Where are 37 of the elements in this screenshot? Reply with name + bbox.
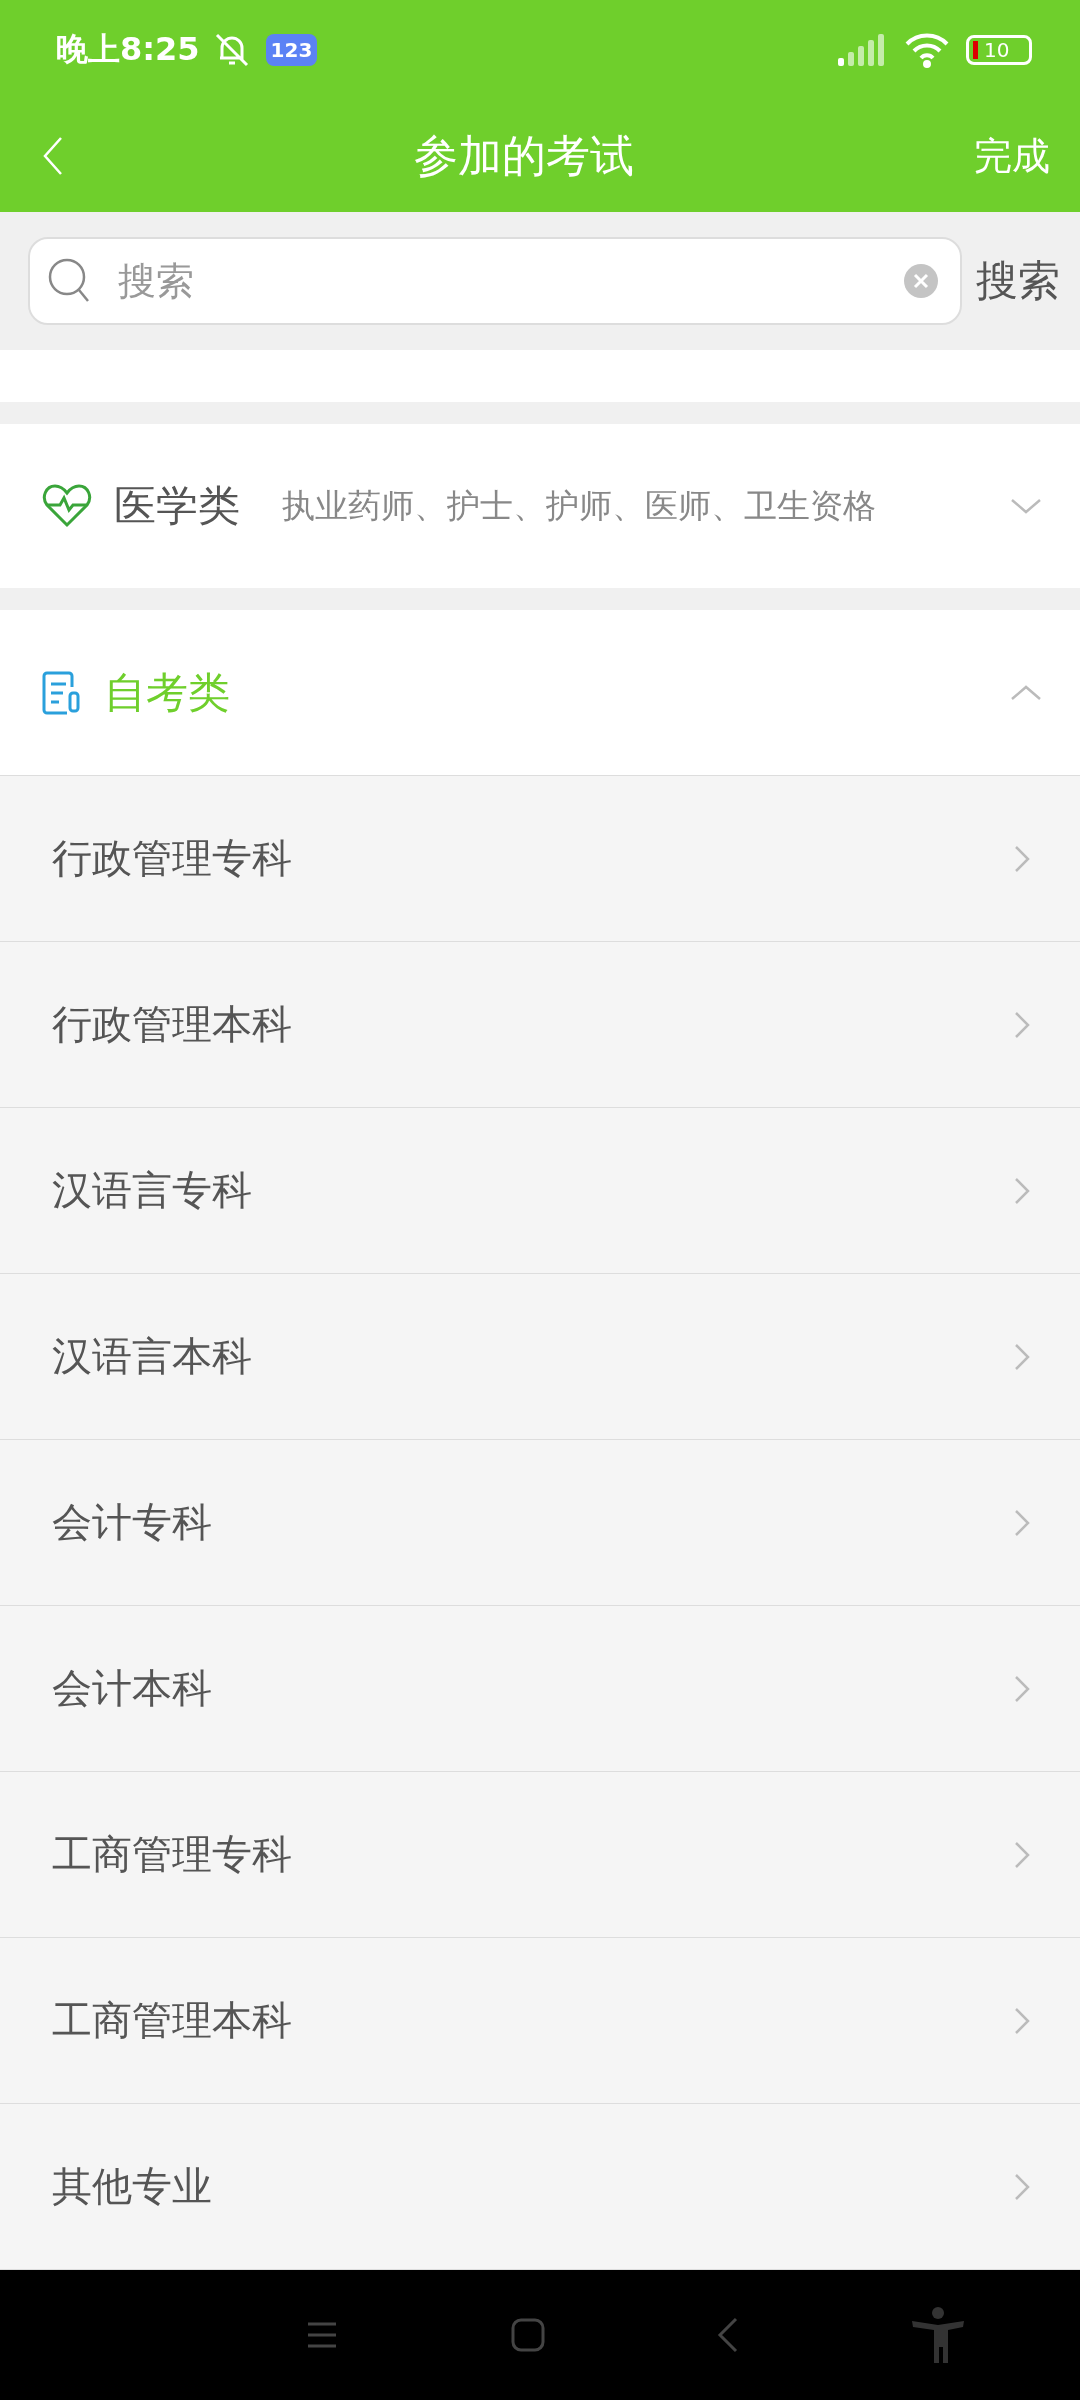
search-field[interactable]: 搜索 bbox=[28, 237, 962, 325]
battery-icon: 10 bbox=[966, 35, 1032, 65]
list-item[interactable]: 汉语言本科 bbox=[0, 1274, 1080, 1440]
list-item[interactable]: 会计本科 bbox=[0, 1606, 1080, 1772]
category-subtitle: 执业药师、护士、护师、医师、卫生资格 bbox=[282, 484, 877, 527]
wifi-icon bbox=[904, 32, 950, 68]
clear-icon[interactable] bbox=[904, 264, 938, 298]
list-item[interactable]: 其他专业 bbox=[0, 2104, 1080, 2270]
home-icon[interactable] bbox=[510, 2318, 545, 2352]
category-title: 自考类 bbox=[104, 666, 230, 719]
list-item[interactable]: 行政管理本科 bbox=[0, 942, 1080, 1108]
item-label: 工商管理本科 bbox=[52, 1996, 292, 2045]
item-label: 会计专科 bbox=[52, 1498, 212, 1547]
app-badge: 123 bbox=[265, 34, 318, 66]
back-icon[interactable] bbox=[717, 2317, 740, 2353]
list-item[interactable]: 汉语言专科 bbox=[0, 1108, 1080, 1274]
item-label: 行政管理本科 bbox=[52, 1000, 292, 1049]
category-title: 医学类 bbox=[114, 480, 240, 532]
list-item[interactable]: 工商管理本科 bbox=[0, 1938, 1080, 2104]
search-button[interactable]: 搜索 bbox=[976, 253, 1060, 309]
list-item[interactable]: 行政管理专科 bbox=[0, 776, 1080, 942]
document-pen-icon bbox=[42, 670, 82, 715]
page-title: 参加的考试 bbox=[413, 128, 635, 183]
category-header[interactable]: 医学类 执业药师、护士、护师、医师、卫生资格 bbox=[0, 424, 1080, 588]
menu-icon[interactable] bbox=[306, 2321, 339, 2349]
search-icon bbox=[48, 258, 90, 304]
item-label: 汉语言专科 bbox=[52, 1166, 252, 1215]
item-label: 行政管理专科 bbox=[52, 834, 292, 883]
accessibility-icon[interactable] bbox=[911, 2307, 964, 2363]
item-label: 其他专业 bbox=[52, 2162, 212, 2211]
status-time: 晚上8:25 bbox=[56, 29, 200, 70]
list-item[interactable]: 会计专科 bbox=[0, 1440, 1080, 1606]
list-item[interactable]: 工商管理专科 bbox=[0, 1772, 1080, 1938]
item-label: 汉语言本科 bbox=[52, 1332, 252, 1381]
heart-pulse-icon bbox=[42, 483, 92, 529]
item-label: 会计本科 bbox=[52, 1664, 212, 1713]
item-label: 工商管理专科 bbox=[52, 1830, 292, 1879]
